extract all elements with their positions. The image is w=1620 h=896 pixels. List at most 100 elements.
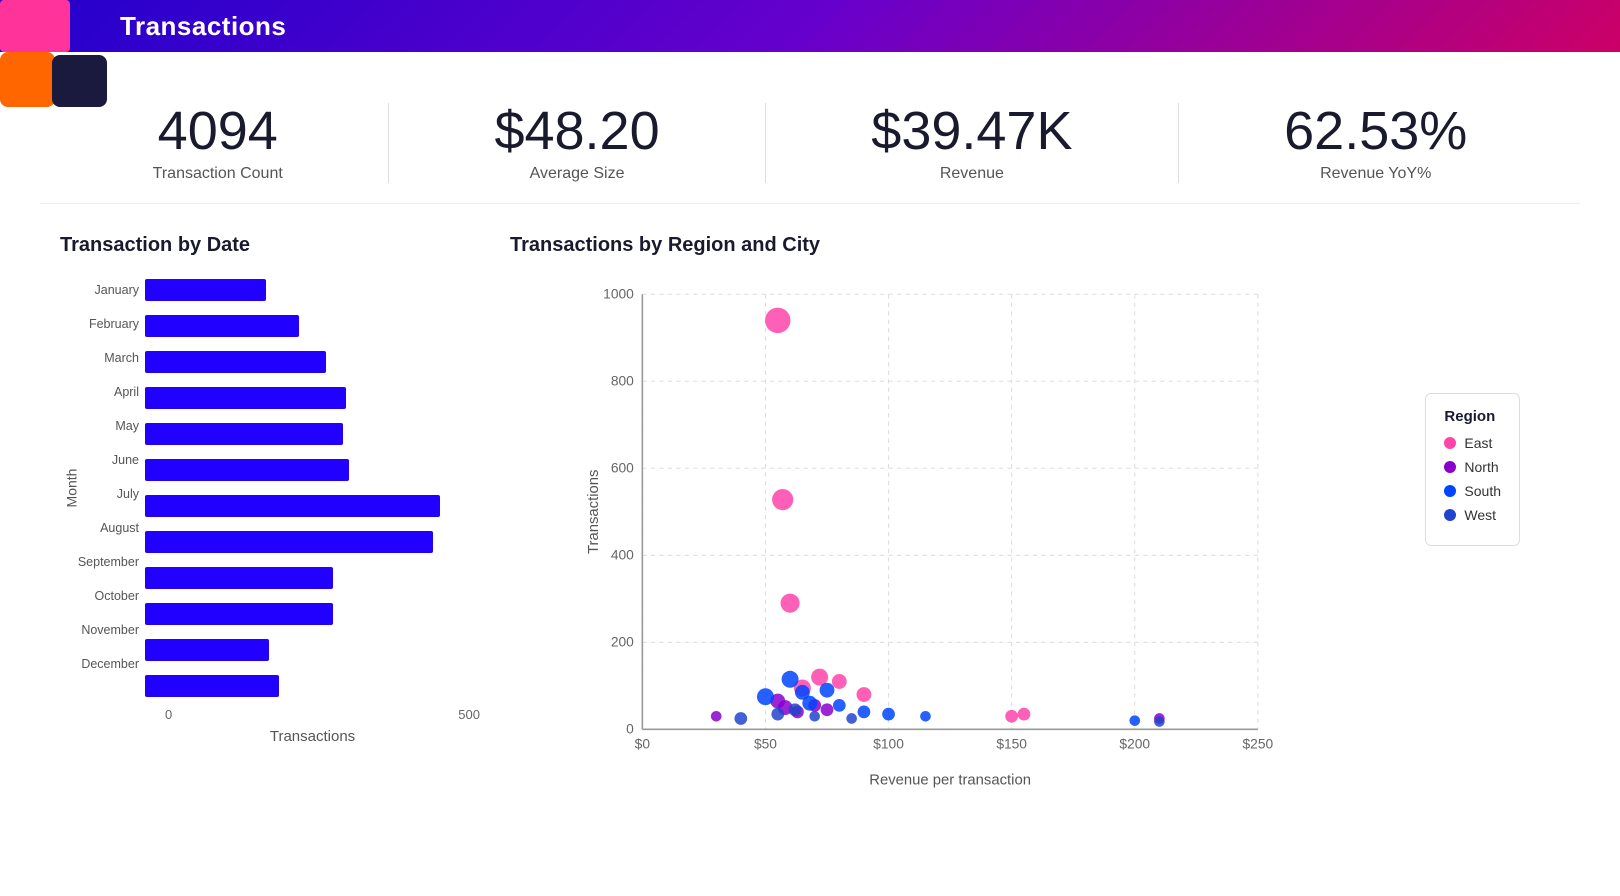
- legend-items: East North South West: [1444, 435, 1501, 523]
- svg-text:1000: 1000: [603, 287, 634, 302]
- svg-text:Transactions: Transactions: [586, 470, 602, 554]
- bar-fill: [145, 639, 269, 661]
- logo-area: [0, 0, 120, 110]
- legend-label: North: [1464, 459, 1498, 475]
- legend-label: East: [1464, 435, 1492, 451]
- bar-month-label: November: [80, 613, 145, 647]
- bar-month-label: March: [80, 341, 145, 375]
- bar-row: [145, 273, 480, 307]
- svg-text:$150: $150: [996, 737, 1027, 752]
- bar-month-label: February: [80, 307, 145, 341]
- bar-x-tick: [270, 707, 375, 722]
- scatter-chart-section: Transactions by Region and City 0 200 400 6…: [510, 234, 1560, 793]
- kpi-value-average-size: $48.20: [494, 102, 659, 161]
- kpi-average-size: $48.20 Average Size: [494, 102, 659, 183]
- svg-text:$0: $0: [635, 737, 651, 752]
- bar-fill: [145, 603, 333, 625]
- legend-item: South: [1444, 483, 1501, 499]
- bar-month-label: September: [80, 545, 145, 579]
- bar-fill: [145, 279, 266, 301]
- logo-dark: [52, 55, 107, 107]
- legend-item: North: [1444, 459, 1501, 475]
- bar-row: [145, 597, 480, 631]
- bar-fill: [145, 351, 326, 373]
- kpi-label-revenue-yoy: Revenue YoY%: [1284, 165, 1467, 183]
- svg-text:400: 400: [611, 548, 634, 563]
- bar-month-label: August: [80, 511, 145, 545]
- bar-row: [145, 525, 480, 559]
- bar-x-tick: 0: [165, 707, 270, 722]
- svg-text:200: 200: [611, 635, 634, 650]
- legend-dot: [1444, 509, 1456, 521]
- bar-x-tick: 500: [375, 707, 480, 722]
- bar-fill: [145, 423, 343, 445]
- bar-fill: [145, 495, 440, 517]
- kpi-revenue: $39.47K Revenue: [871, 102, 1072, 183]
- kpi-label-average-size: Average Size: [494, 165, 659, 183]
- bar-month-label: October: [80, 579, 145, 613]
- bar-chart-title: Transaction by Date: [60, 234, 490, 257]
- bar-row: [145, 309, 480, 343]
- legend-item: East: [1444, 435, 1501, 451]
- bar-row: [145, 345, 480, 379]
- kpi-divider-2: [765, 103, 766, 183]
- bar-chart-section: Transaction by Date Month JanuaryFebruary…: [60, 234, 490, 793]
- legend-label: West: [1464, 507, 1496, 523]
- scatter-svg: 0 200 400 600 800 1000 $0 $50 $100 $150 $200 $250 Tr…: [510, 273, 1560, 793]
- svg-text:$50: $50: [754, 737, 777, 752]
- bar-month-label: January: [80, 273, 145, 307]
- main-content: 4094 Transaction Count $48.20 Average Si…: [0, 52, 1620, 896]
- bar-row: [145, 417, 480, 451]
- legend-dot: [1444, 485, 1456, 497]
- bar-month-label: April: [80, 375, 145, 409]
- kpi-row: 4094 Transaction Count $48.20 Average Si…: [40, 72, 1580, 204]
- bar-fill: [145, 675, 279, 697]
- bar-row: [145, 489, 480, 523]
- bar-fill: [145, 387, 346, 409]
- legend-dot: [1444, 461, 1456, 473]
- svg-text:800: 800: [611, 374, 634, 389]
- charts-row: Transaction by Date Month JanuaryFebruary…: [40, 234, 1580, 793]
- svg-text:$200: $200: [1119, 737, 1150, 752]
- bar-row: [145, 561, 480, 595]
- svg-text:$100: $100: [873, 737, 904, 752]
- logo-pink: [0, 0, 70, 52]
- bar-fill: [145, 459, 349, 481]
- bar-chart-container: MonthJanuaryFebruaryMarchAprilMayJuneJul…: [60, 273, 480, 753]
- bar-fill: [145, 567, 333, 589]
- kpi-label-revenue: Revenue: [871, 165, 1072, 183]
- kpi-divider-3: [1178, 103, 1179, 183]
- kpi-value-transaction-count: 4094: [153, 102, 283, 161]
- bar-fill: [145, 531, 433, 553]
- kpi-transaction-count: 4094 Transaction Count: [153, 102, 283, 183]
- svg-text:600: 600: [611, 461, 634, 476]
- kpi-divider-1: [388, 103, 389, 183]
- bar-month-label: July: [80, 477, 145, 511]
- legend-label: South: [1464, 483, 1501, 499]
- kpi-value-revenue-yoy: 62.53%: [1284, 102, 1467, 161]
- bar-row: [145, 381, 480, 415]
- svg-text:0: 0: [626, 722, 634, 737]
- bar-x-axis-label: Transactions: [60, 728, 480, 745]
- scatter-container: 0 200 400 600 800 1000 $0 $50 $100 $150 $200 $250 Tr…: [510, 273, 1560, 793]
- page-title: Transactions: [120, 11, 286, 42]
- bar-row: [145, 453, 480, 487]
- svg-text:Revenue per transaction: Revenue per transaction: [869, 773, 1031, 789]
- legend-dot: [1444, 437, 1456, 449]
- logo-orange: [0, 52, 55, 107]
- bar-row: [145, 669, 480, 703]
- bar-row: [145, 633, 480, 667]
- legend-box: Region East North South West: [1425, 393, 1520, 546]
- kpi-label-transaction-count: Transaction Count: [153, 165, 283, 183]
- header: Transactions: [0, 0, 1620, 52]
- bar-fill: [145, 315, 299, 337]
- scatter-chart-title: Transactions by Region and City: [510, 234, 1560, 257]
- svg-text:$250: $250: [1243, 737, 1274, 752]
- kpi-value-revenue: $39.47K: [871, 102, 1072, 161]
- bar-y-axis-label: Month: [63, 469, 79, 508]
- legend-title: Region: [1444, 408, 1501, 425]
- legend-item: West: [1444, 507, 1501, 523]
- bar-month-label: June: [80, 443, 145, 477]
- bar-month-label: December: [80, 647, 145, 681]
- kpi-revenue-yoy: 62.53% Revenue YoY%: [1284, 102, 1467, 183]
